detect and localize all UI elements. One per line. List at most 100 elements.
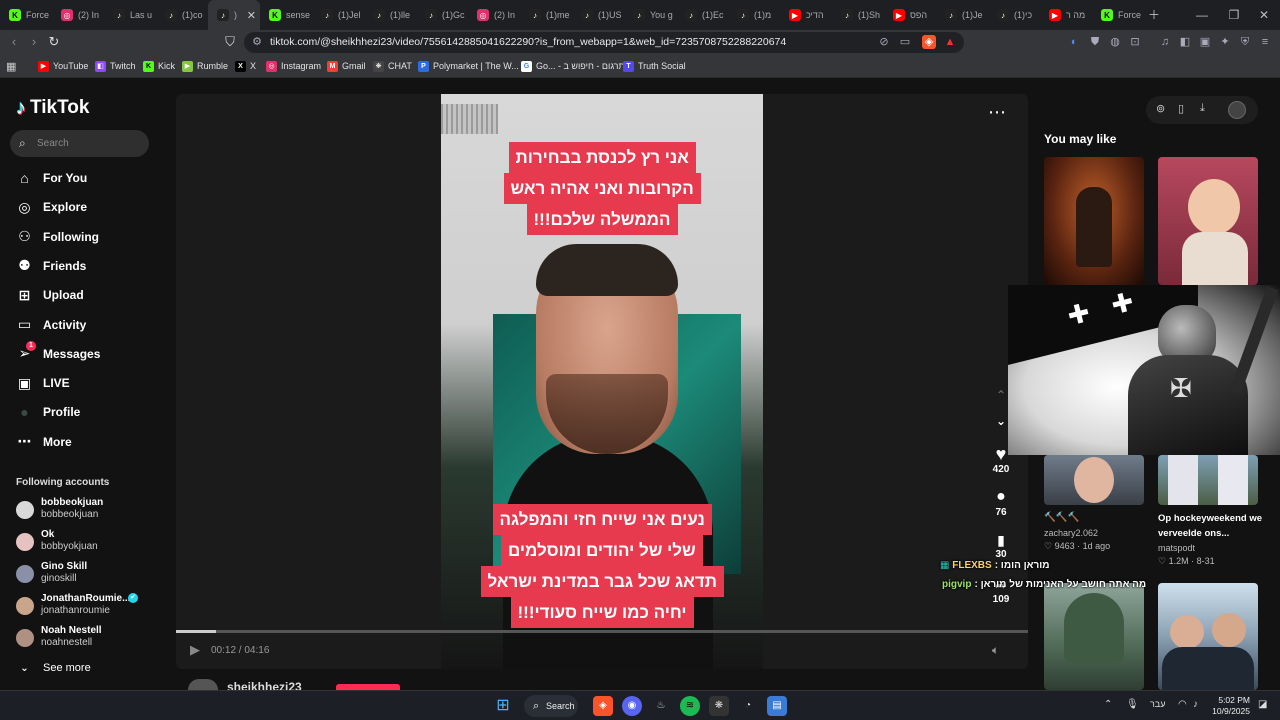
wallet-extension-icon[interactable]: ▣ bbox=[1198, 35, 1212, 49]
bookmark-item[interactable]: ◧ Twitch bbox=[95, 58, 136, 74]
close-window-button[interactable]: ✕ bbox=[1248, 0, 1280, 30]
volume-tray-icon[interactable]: ♪ bbox=[1193, 699, 1198, 710]
browser-tab[interactable]: ▶ הפס bbox=[884, 0, 936, 30]
chatgpt-app-icon[interactable]: ❋ bbox=[709, 696, 729, 716]
browser-tab[interactable]: ♪ (1)כי bbox=[988, 0, 1040, 30]
sidebar-item-live[interactable]: ▣ LIVE bbox=[16, 373, 70, 393]
back-icon[interactable]: ‹ bbox=[6, 34, 22, 50]
reload-icon[interactable]: ↻ bbox=[46, 34, 62, 50]
following-account[interactable]: JonathanRoumie... jonathanroumie ✔ bbox=[16, 593, 161, 619]
leo-ai-icon[interactable]: ✦ bbox=[1218, 35, 1232, 49]
sidebar-item-explore[interactable]: ◎ Explore bbox=[16, 197, 87, 217]
bookmark-item[interactable]: P Polymarket | The W... bbox=[418, 58, 519, 74]
following-account[interactable]: Ok bobbyokjuan bbox=[16, 529, 161, 555]
suggested-author-2[interactable]: matspodt bbox=[1158, 543, 1195, 553]
cast-icon[interactable]: ▭ bbox=[898, 35, 912, 49]
site-info-icon[interactable]: ⚙ bbox=[250, 35, 264, 49]
sidebar-item-more[interactable]: ⋯ More bbox=[16, 432, 72, 452]
discord-app-icon[interactable]: ◉ bbox=[622, 696, 642, 716]
download-icon[interactable]: ⤓ bbox=[1200, 102, 1205, 115]
bookmark-page-icon[interactable]: ⛉ bbox=[222, 34, 238, 50]
following-account[interactable]: Gino Skill ginoskill bbox=[16, 561, 161, 587]
brave-app-icon[interactable]: ◈ bbox=[593, 696, 613, 716]
media-icon[interactable]: ♫ bbox=[1158, 35, 1172, 49]
coins-icon[interactable]: ⊚ bbox=[1156, 102, 1165, 115]
browser-tab[interactable]: ♪ You g bbox=[624, 0, 676, 30]
browser-tab[interactable]: ♪ Las u bbox=[104, 0, 156, 30]
user-avatar-icon[interactable] bbox=[1228, 101, 1246, 119]
video-frame[interactable]: אני רץ לכנסת בבחירות הקרובות ואני אהיה רא… bbox=[441, 94, 763, 669]
browser-tab[interactable]: ◎ (2) In bbox=[52, 0, 104, 30]
suggested-thumb-warrior[interactable] bbox=[1044, 157, 1144, 285]
video-player[interactable]: אני רץ לכנסת בבחירות הקרובות ואני אהיה רא… bbox=[176, 94, 1028, 669]
menu-icon[interactable]: ≡ bbox=[1258, 35, 1272, 49]
taskbar-search[interactable]: ⌕ Search bbox=[524, 695, 578, 717]
sidebar-item-for-you[interactable]: ⌂ For You bbox=[16, 168, 87, 188]
screenshot-icon[interactable]: ⊡ bbox=[1128, 35, 1142, 49]
bookmark-item[interactable]: ▶ YouTube bbox=[38, 58, 88, 74]
tiktok-logo[interactable]: ♪ TikTok bbox=[16, 96, 89, 120]
suggested-author-1[interactable]: zachary2.062 bbox=[1044, 528, 1098, 538]
vpn-icon[interactable]: ⛊ bbox=[1088, 35, 1102, 49]
browser-tab[interactable]: K Force bbox=[0, 0, 52, 30]
url-input[interactable]: tiktok.com/@sheikhhezi23/video/755614288… bbox=[244, 32, 964, 53]
following-account[interactable]: bobbeokjuan bobbeokjuan bbox=[16, 497, 161, 523]
sidebar-item-following[interactable]: ⚇ Following bbox=[16, 227, 99, 247]
spotify-app-icon[interactable]: ≋ bbox=[680, 696, 700, 716]
sidebar-item-activity[interactable]: ▭ Activity bbox=[16, 315, 86, 335]
bookmark-item[interactable]: ◎ Instagram bbox=[266, 58, 321, 74]
save-button[interactable]: ▮ 30 bbox=[990, 531, 1012, 560]
following-account[interactable]: Noah Nestell noahnestell bbox=[16, 625, 161, 651]
comment-button[interactable]: ● 76 bbox=[990, 487, 1012, 518]
more-options-icon[interactable]: ⋯ bbox=[988, 102, 1006, 123]
sidebar-item-messages[interactable]: ➢ 1 Messages bbox=[16, 341, 100, 364]
bookmark-item[interactable]: XX bbox=[235, 58, 256, 74]
forward-icon[interactable]: › bbox=[26, 34, 42, 50]
apps-icon[interactable]: ▦ bbox=[6, 58, 16, 74]
browser-tab[interactable]: ▶ מה ר bbox=[1040, 0, 1092, 30]
start-icon[interactable]: ⊞ bbox=[493, 696, 513, 716]
steam-app-icon[interactable]: ♨ bbox=[651, 696, 671, 716]
new-tab-button[interactable]: ＋ bbox=[1138, 0, 1170, 30]
suggested-thumb-two-men[interactable] bbox=[1158, 583, 1258, 690]
video-progress-bar[interactable] bbox=[176, 630, 1028, 633]
browser-tab[interactable]: ♪ (1)Jel bbox=[312, 0, 364, 30]
sidebar-item-upload[interactable]: ⊞ Upload bbox=[16, 285, 84, 305]
suggested-thumb-tree[interactable] bbox=[1044, 583, 1144, 690]
author-name[interactable]: sheikhhezi23 bbox=[227, 681, 302, 690]
obs-app-icon[interactable]: ◔ bbox=[738, 696, 758, 716]
minimize-button[interactable]: — bbox=[1186, 0, 1218, 30]
bookmark-item[interactable]: ▶ Rumble bbox=[182, 58, 228, 74]
browser-tab[interactable]: Ksense bbox=[260, 0, 312, 30]
shield-extension-icon[interactable]: ⛨ bbox=[1238, 35, 1252, 49]
tray-overflow-icon[interactable]: ⌃ bbox=[1104, 699, 1112, 710]
brave-rewards-icon[interactable]: ▲ bbox=[943, 35, 957, 49]
suggested-thumb-baby[interactable] bbox=[1158, 157, 1258, 285]
translate-icon[interactable]: ⊘ bbox=[877, 35, 891, 49]
bookmark-item[interactable]: G Go... - תרגום - חיפוש ב bbox=[521, 58, 625, 74]
bookmark-item[interactable]: ❋ CHAT bbox=[373, 58, 412, 74]
browser-tab[interactable]: ▶ הדיכ bbox=[780, 0, 832, 30]
photos-app-icon[interactable]: ▤ bbox=[767, 696, 787, 716]
bookmark-item[interactable]: T Truth Social bbox=[623, 58, 686, 74]
play-icon[interactable]: ▶ bbox=[190, 642, 200, 658]
close-tab-icon[interactable]: ✕ bbox=[247, 9, 256, 22]
sidebar-item-friends[interactable]: ⚉ Friends bbox=[16, 256, 86, 276]
extension-icon[interactable]: ◖ bbox=[1066, 35, 1080, 49]
suggested-thumb-hockey[interactable] bbox=[1158, 455, 1258, 505]
clock[interactable]: 5:02 PM 10/9/2025 bbox=[1212, 695, 1250, 717]
bookmark-item[interactable]: K Kick bbox=[143, 58, 175, 74]
volume-icon[interactable]: 🔈︎ bbox=[992, 643, 999, 658]
brave-shield-icon[interactable]: ◈ bbox=[922, 35, 936, 49]
wallet-icon[interactable]: ◍ bbox=[1108, 35, 1122, 49]
sidebar-item-profile[interactable]: ● Profile bbox=[16, 402, 80, 422]
browser-tab[interactable]: ♪ (1)lle bbox=[364, 0, 416, 30]
browser-tab[interactable]: K Force bbox=[1092, 0, 1144, 30]
browser-tab[interactable]: ♪ (1)Ec bbox=[676, 0, 728, 30]
notifications-icon[interactable]: ◪ bbox=[1258, 699, 1267, 710]
browser-tab[interactable]: ♪ (1)Gc bbox=[416, 0, 468, 30]
browser-tab[interactable]: ◎ (2) In bbox=[468, 0, 520, 30]
browser-tab[interactable]: ♪ (1)Je bbox=[936, 0, 988, 30]
maximize-button[interactable]: ❐ bbox=[1218, 0, 1250, 30]
device-icon[interactable]: ▯ bbox=[1178, 102, 1184, 115]
